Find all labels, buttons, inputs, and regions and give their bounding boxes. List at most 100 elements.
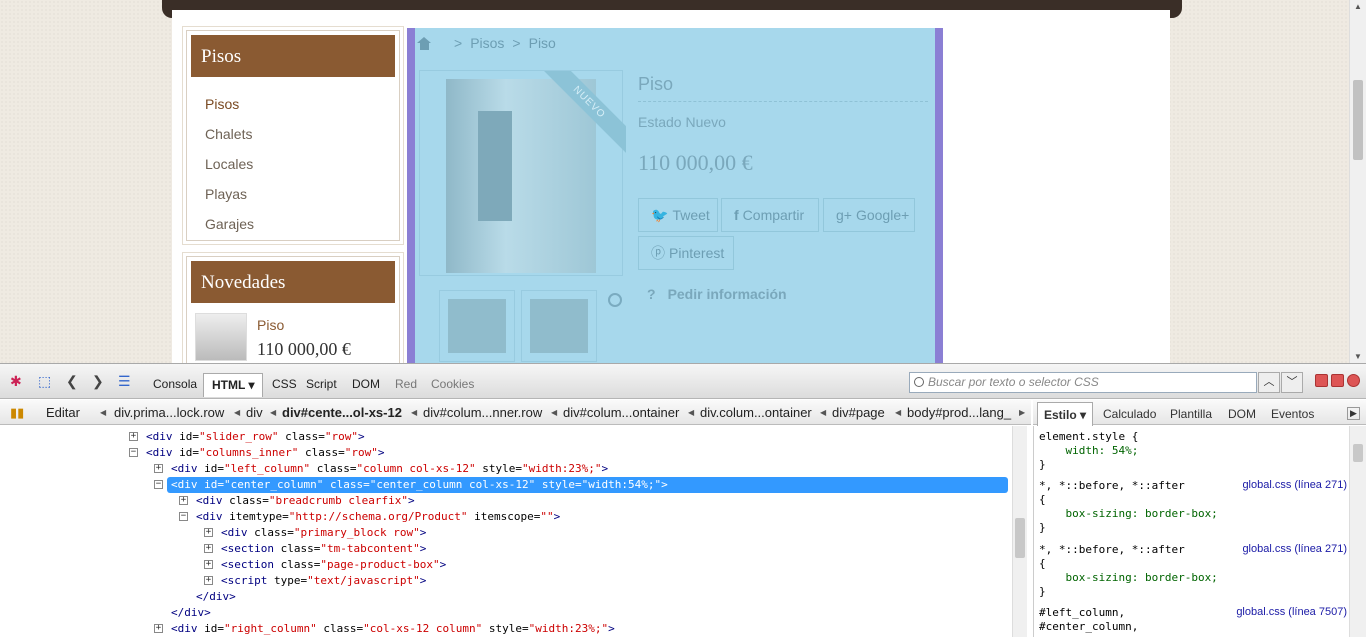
category-item-playas[interactable]: Playas: [205, 179, 381, 209]
tab-css[interactable]: CSS: [272, 377, 297, 391]
tab-cookies[interactable]: Cookies: [431, 377, 474, 391]
html-node[interactable]: <script type="text/javascript">: [221, 573, 426, 589]
tweet-button[interactable]: 🐦 Tweet: [638, 198, 718, 232]
html-node[interactable]: <section class="tm-tabcontent">: [221, 541, 426, 557]
dom-crumb-8[interactable]: body#prod...lang_: [907, 405, 1011, 420]
back-arrow-icon[interactable]: ❮: [66, 373, 78, 390]
edit-button[interactable]: Editar: [46, 405, 80, 420]
dom-crumb-1[interactable]: div.prima...lock.row: [114, 405, 224, 420]
css-source-link[interactable]: global.css (línea 271): [1242, 543, 1347, 555]
page-scrollbar-thumb[interactable]: [1353, 80, 1363, 160]
css-selector[interactable]: #left_column,: [1039, 606, 1125, 619]
expand-node-icon[interactable]: +: [204, 576, 213, 585]
category-item-chalets[interactable]: Chalets: [205, 119, 381, 149]
css-property[interactable]: width: 54%;: [1039, 444, 1138, 457]
expand-node-icon[interactable]: +: [204, 560, 213, 569]
css-selector[interactable]: *, *::before, *::after: [1039, 543, 1185, 556]
news-item[interactable]: Piso 110 000,00 €: [187, 307, 399, 363]
css-selector[interactable]: #center_column,: [1039, 620, 1138, 633]
tab-eventos[interactable]: Eventos: [1271, 407, 1314, 421]
css-source-link[interactable]: global.css (línea 7507): [1236, 606, 1347, 618]
collapse-node-icon[interactable]: −: [179, 512, 188, 521]
tab-calculado[interactable]: Calculado: [1103, 407, 1156, 421]
breadcrumb-pisos[interactable]: Pisos: [470, 35, 504, 51]
dom-tree-icon[interactable]: ▮▮: [10, 405, 24, 421]
tab-html[interactable]: HTML ▾: [203, 373, 264, 397]
zoom-icon[interactable]: [608, 293, 622, 307]
forward-arrow-icon[interactable]: ❯: [92, 373, 104, 390]
category-item-garajes[interactable]: Garajes: [205, 209, 381, 239]
tab-estilo[interactable]: Estilo ▾: [1037, 402, 1094, 426]
css-pane-scrollbar[interactable]: [1349, 426, 1366, 637]
dom-crumb-2[interactable]: div: [246, 405, 263, 420]
collapse-node-icon[interactable]: −: [154, 480, 163, 489]
minimize-panel-icon[interactable]: [1315, 374, 1328, 387]
thumbnail-2[interactable]: [521, 290, 597, 362]
firebug-bug-icon[interactable]: ✱: [10, 373, 22, 390]
expand-node-icon[interactable]: +: [204, 544, 213, 553]
dom-crumb-7[interactable]: div#page: [832, 405, 885, 420]
tweet-label: Tweet: [672, 207, 710, 223]
css-selector[interactable]: *, *::before, *::after: [1039, 479, 1185, 492]
search-input[interactable]: Buscar por texto o selector CSS: [909, 372, 1257, 393]
expand-node-icon[interactable]: +: [154, 624, 163, 633]
html-scrollbar-thumb[interactable]: [1015, 518, 1025, 558]
news-item-name[interactable]: Piso: [257, 317, 351, 333]
share-facebook-button[interactable]: f Compartir: [721, 198, 819, 232]
html-node[interactable]: <section class="page-product-box">: [221, 557, 446, 573]
tab-script[interactable]: Script: [306, 377, 337, 391]
scroll-up-arrow-icon[interactable]: ▲: [1354, 2, 1362, 11]
css-property[interactable]: box-sizing: border-box;: [1039, 571, 1217, 584]
category-item-locales[interactable]: Locales: [205, 149, 381, 179]
close-panel-icon[interactable]: [1347, 374, 1360, 387]
pinterest-button[interactable]: ⓟ Pinterest: [638, 236, 734, 270]
page-scrollbar[interactable]: ▲ ▼: [1349, 0, 1366, 363]
request-info-link[interactable]: ? Pedir información: [647, 286, 787, 302]
dom-crumb-6[interactable]: div.colum...ontainer: [700, 405, 812, 420]
html-attr-value: "column col-xs-12": [356, 462, 476, 475]
css-property[interactable]: box-sizing: border-box;: [1039, 507, 1217, 520]
tab-red[interactable]: Red: [395, 377, 417, 391]
html-node[interactable]: <div class="primary_block row">: [221, 525, 426, 541]
dom-crumb-4[interactable]: div#colum...nner.row: [423, 405, 542, 420]
command-line-icon[interactable]: ☰: [118, 373, 131, 390]
css-selector[interactable]: element.style {: [1039, 430, 1138, 443]
html-node[interactable]: <div id="right_column" class="col-xs-12 …: [171, 621, 615, 637]
home-icon[interactable]: [417, 36, 432, 50]
collapse-node-icon[interactable]: −: [129, 448, 138, 457]
detach-panel-icon[interactable]: [1331, 374, 1344, 387]
search-next-button[interactable]: ﹀: [1281, 372, 1303, 393]
dom-crumb-3-current[interactable]: div#cente...ol-xs-12: [282, 405, 402, 420]
tab-side-dom[interactable]: DOM: [1228, 407, 1256, 421]
css-scrollbar-thumb[interactable]: [1353, 444, 1363, 462]
html-node[interactable]: </div>: [196, 589, 236, 605]
product-image-box[interactable]: NUEVO: [419, 70, 626, 307]
expand-node-icon[interactable]: +: [154, 464, 163, 473]
more-tabs-arrow-icon[interactable]: ▶: [1347, 407, 1360, 420]
tab-plantilla[interactable]: Plantilla: [1170, 407, 1212, 421]
html-node[interactable]: </div>: [171, 605, 211, 621]
thumbnail-1[interactable]: [439, 290, 515, 362]
html-node[interactable]: <div id="columns_inner" class="row">: [146, 445, 384, 461]
tab-console[interactable]: Consola: [153, 377, 197, 391]
expand-node-icon[interactable]: +: [204, 528, 213, 537]
inspect-icon[interactable]: ⬚: [38, 373, 51, 390]
tab-dom[interactable]: DOM: [352, 377, 380, 391]
html-node[interactable]: <div id="slider_row" class="row">: [146, 429, 365, 445]
dom-crumb-5[interactable]: div#colum...ontainer: [563, 405, 679, 420]
google-plus-button[interactable]: g+ Google+: [823, 198, 915, 232]
html-node[interactable]: <div itemtype="http://schema.org/Product…: [196, 509, 560, 525]
expand-node-icon[interactable]: +: [129, 432, 138, 441]
search-prev-button[interactable]: ︿: [1258, 372, 1280, 393]
expand-node-icon[interactable]: +: [179, 496, 188, 505]
scroll-down-arrow-icon[interactable]: ▼: [1354, 352, 1362, 361]
html-node-selected[interactable]: <div id="center_column" class="center_co…: [167, 477, 1008, 493]
breadcrumb-left-arrow-icon[interactable]: ◀: [100, 408, 106, 417]
html-pane-scrollbar[interactable]: [1012, 426, 1027, 637]
css-source-link[interactable]: global.css (línea 271): [1242, 479, 1347, 491]
category-item-pisos[interactable]: Pisos: [205, 89, 381, 119]
breadcrumb-right-arrow-icon[interactable]: ▶: [1019, 408, 1025, 417]
html-node[interactable]: <div id="left_column" class="column col-…: [171, 461, 608, 477]
html-node[interactable]: <div class="breadcrumb clearfix">: [196, 493, 415, 509]
news-thumbnail[interactable]: [195, 313, 247, 361]
